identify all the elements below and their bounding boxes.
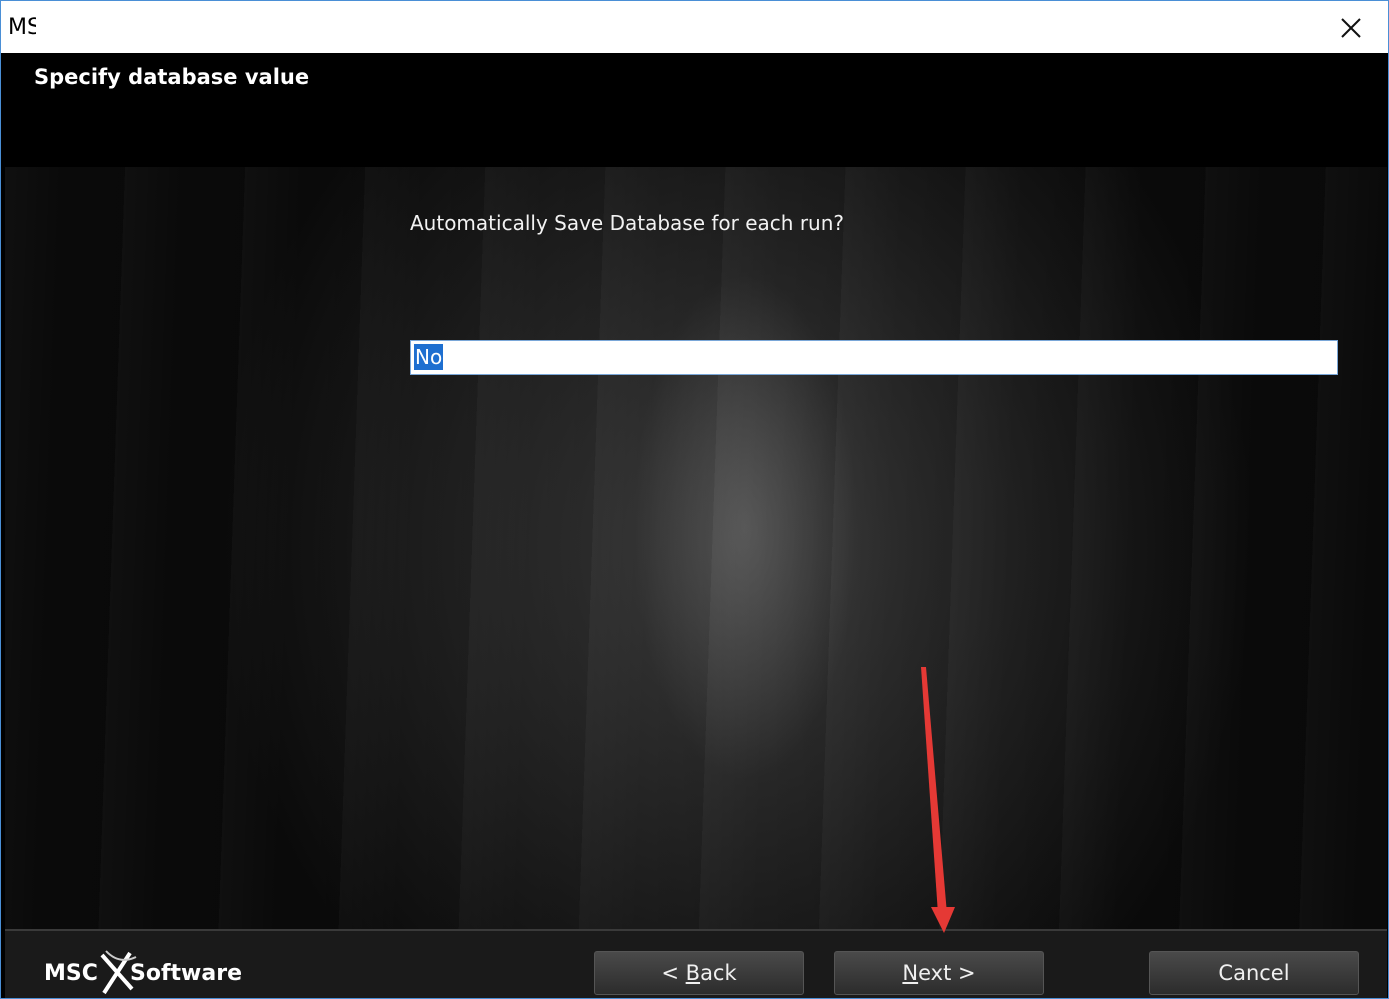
back-button-mnemonic: B	[685, 961, 701, 985]
logo-text-msc: MSC	[44, 961, 98, 986]
logo-text-software: Software	[130, 961, 242, 986]
installer-window: MS Specify database value Automatically …	[0, 0, 1389, 999]
database-value-input[interactable]: No	[410, 340, 1338, 375]
title-bar: MS	[1, 1, 1388, 53]
wizard-content: Automatically Save Database for each run…	[5, 167, 1387, 929]
close-button[interactable]	[1334, 11, 1368, 45]
next-button-rest: ext >	[918, 961, 976, 985]
window-title: MS	[8, 15, 36, 40]
back-button-rest: ack	[700, 961, 737, 985]
next-button[interactable]: Next >	[834, 951, 1044, 995]
selected-text: No	[414, 344, 444, 370]
cancel-button[interactable]: Cancel	[1149, 951, 1359, 995]
cancel-button-label: Cancel	[1218, 961, 1290, 985]
msc-software-logo: MSC Software	[44, 950, 242, 995]
close-icon	[1341, 18, 1361, 38]
back-button[interactable]: < Back	[594, 951, 804, 995]
wizard-footer: MSC Software < Back Next > Cancel	[5, 929, 1387, 998]
back-button-prefix: <	[661, 961, 686, 985]
page-title: Specify database value	[34, 65, 310, 89]
next-button-mnemonic: N	[902, 961, 919, 985]
prompt-label: Automatically Save Database for each run…	[410, 211, 845, 235]
wizard-header: Specify database value	[5, 54, 1387, 167]
